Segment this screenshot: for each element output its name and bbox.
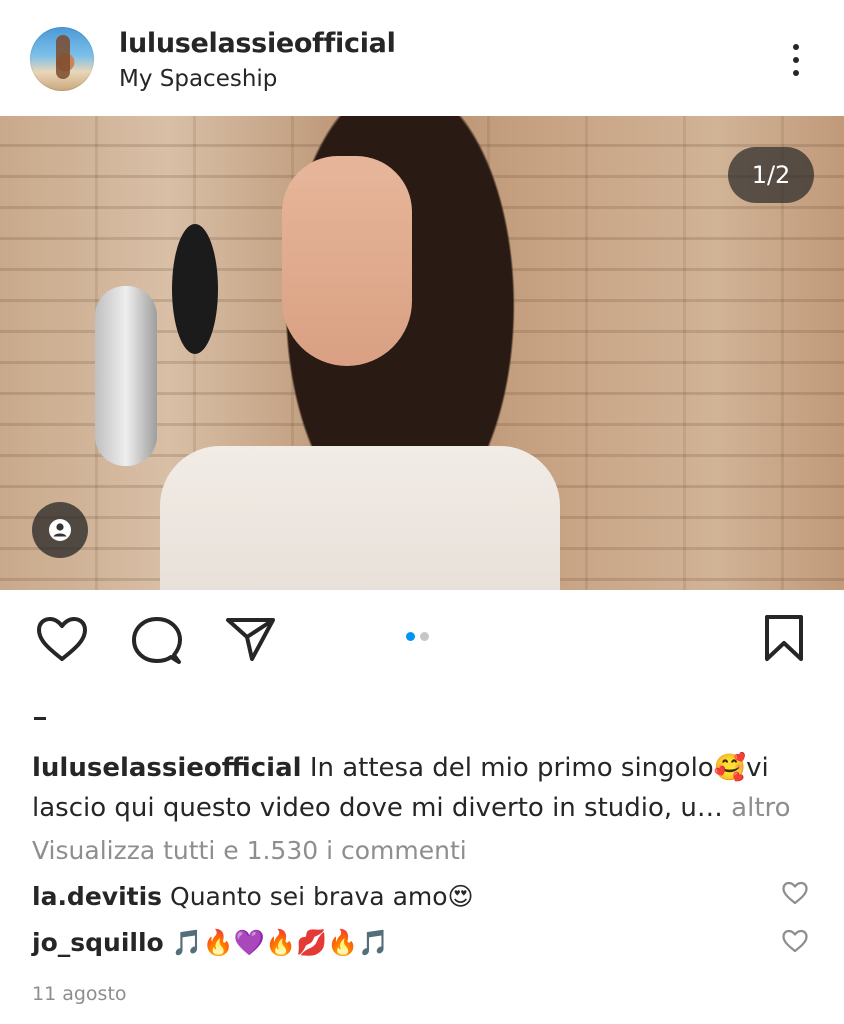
- media-microphone: [95, 286, 157, 466]
- comment-username[interactable]: jo_squillo: [32, 928, 164, 957]
- likes-marker: [34, 717, 46, 720]
- heart-icon[interactable]: [36, 616, 88, 666]
- comment-username[interactable]: la.devitis: [32, 882, 162, 911]
- comment-like-heart-icon[interactable]: [782, 929, 808, 957]
- media-body: [160, 446, 560, 590]
- view-all-comments-link[interactable]: Visualizza tutti e 1.530 i commenti: [32, 836, 467, 865]
- post-username[interactable]: luluselassieofficial: [119, 28, 396, 59]
- comment-like-heart-icon[interactable]: [782, 881, 808, 909]
- carousel-counter: 1/2: [728, 147, 814, 203]
- user-tag-icon[interactable]: [32, 502, 88, 558]
- avatar-figure: [56, 35, 70, 79]
- caption-username[interactable]: luluselassieofficial: [32, 753, 302, 783]
- comment-text: 🎵🔥💜🔥💋🔥🎵: [171, 928, 390, 957]
- post-date: 11 agosto: [32, 983, 127, 1005]
- media-pop-filter: [172, 224, 218, 354]
- caption-more-link[interactable]: altro: [731, 793, 790, 823]
- carousel-dot: [420, 632, 429, 641]
- comment-icon[interactable]: [131, 615, 183, 671]
- media-face: [282, 156, 412, 366]
- paper-plane-icon[interactable]: [225, 615, 277, 667]
- comment-row: la.devitis Quanto sei brava amo😍: [32, 882, 474, 911]
- comment-row: jo_squillo 🎵🔥💜🔥💋🔥🎵: [32, 928, 390, 958]
- post-header: luluselassieofficial My Spaceship: [0, 0, 844, 116]
- comment-text: Quanto sei brava amo😍: [170, 882, 474, 911]
- avatar[interactable]: [30, 27, 94, 91]
- post-caption: luluselassieofficial In attesa del mio p…: [32, 748, 822, 828]
- more-options-icon[interactable]: [782, 40, 810, 80]
- bookmark-icon[interactable]: [763, 614, 805, 666]
- post-location[interactable]: My Spaceship: [119, 66, 277, 92]
- post-media[interactable]: [0, 116, 844, 590]
- carousel-dot-active: [406, 632, 415, 641]
